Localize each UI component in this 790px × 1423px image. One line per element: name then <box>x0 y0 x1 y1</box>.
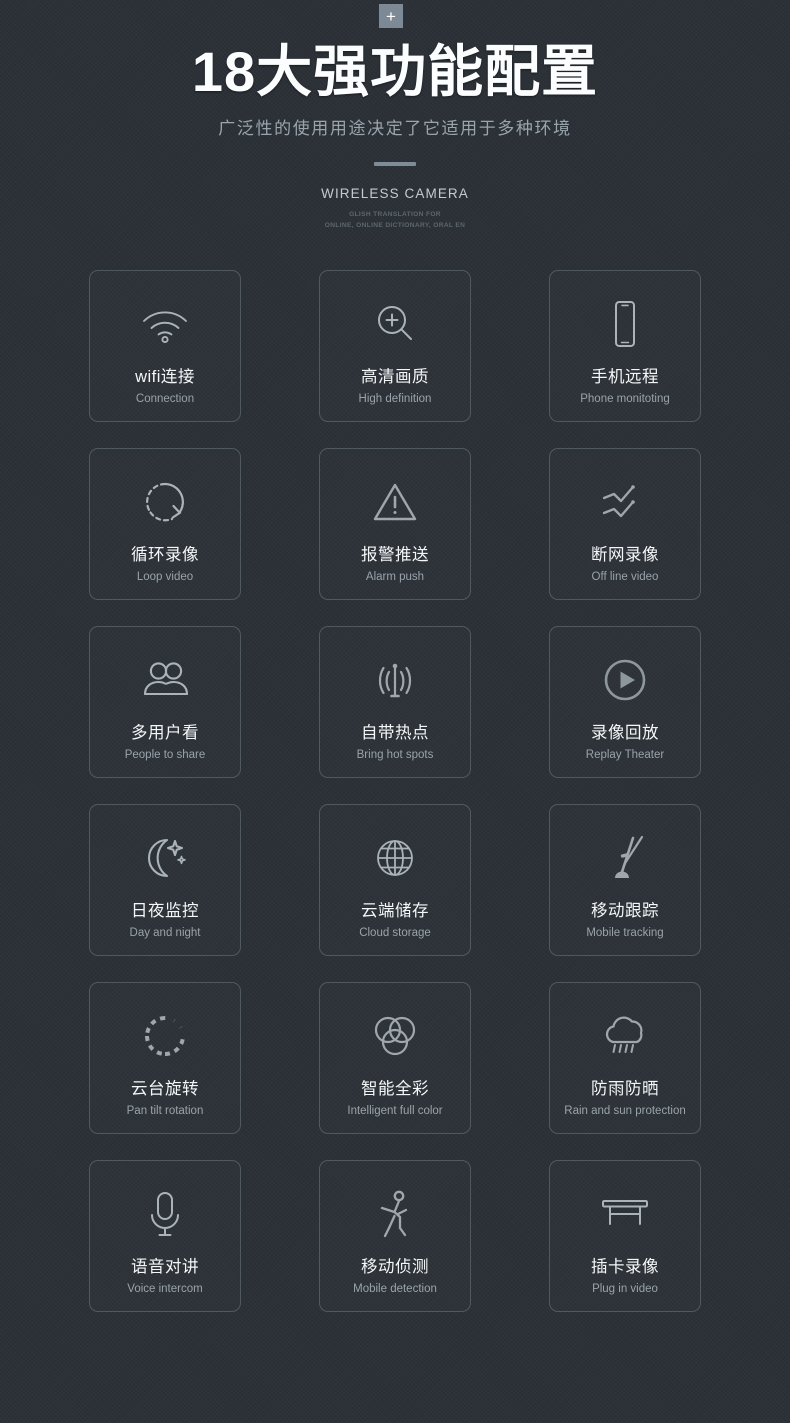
feature-card-sd-recording[interactable]: 插卡录像 Plug in video <box>549 1159 701 1312</box>
feature-card-phone-remote[interactable]: 手机远程 Phone monitoting <box>549 269 701 422</box>
broken-line-icon <box>600 477 650 527</box>
feature-card-day-night[interactable]: 日夜监控 Day and night <box>89 803 241 956</box>
venn-circles-icon <box>372 1011 418 1061</box>
feature-card-pan-tilt[interactable]: 云台旋转 Pan tilt rotation <box>89 981 241 1134</box>
feature-label: 日夜监控 <box>131 901 199 920</box>
smartphone-icon <box>610 299 640 349</box>
feature-card-motion-detection[interactable]: 移动侦测 Mobile detection <box>319 1159 471 1312</box>
antenna-waves-icon <box>370 655 420 705</box>
feature-label: 语音对讲 <box>131 1257 199 1276</box>
feature-label: 云端储存 <box>361 901 429 920</box>
feature-label: 录像回放 <box>591 723 659 742</box>
feature-sublabel: Rain and sun protection <box>564 1104 686 1117</box>
feature-card-replay[interactable]: 录像回放 Replay Theater <box>549 625 701 778</box>
magnifier-plus-icon <box>373 299 417 349</box>
feature-label: 插卡录像 <box>591 1257 659 1276</box>
feature-sublabel: Cloud storage <box>359 926 431 939</box>
page-subtitle: 广泛性的使用用途决定了它适用于多种环境 <box>218 119 572 139</box>
feature-card-multi-user[interactable]: 多用户看 People to share <box>89 625 241 778</box>
dashed-spinner-icon <box>141 1011 189 1061</box>
feature-card-cloud-storage[interactable]: 云端储存 Cloud storage <box>319 803 471 956</box>
feature-card-loop-video[interactable]: 循环录像 Loop video <box>89 447 241 600</box>
tracking-antenna-icon <box>602 833 648 883</box>
feature-label: 移动侦测 <box>361 1257 429 1276</box>
feature-sublabel: Pan tilt rotation <box>126 1104 204 1117</box>
rain-cloud-icon <box>600 1011 650 1061</box>
feature-card-hotspot[interactable]: 自带热点 Bring hot spots <box>319 625 471 778</box>
feature-sublabel: Connection <box>135 392 195 405</box>
plus-badge-label: + <box>386 6 396 26</box>
feature-card-mobile-tracking[interactable]: 移动跟踪 Mobile tracking <box>549 803 701 956</box>
feature-card-wifi[interactable]: wifi连接 Connection <box>89 269 241 422</box>
feature-label: 自带热点 <box>361 723 429 742</box>
page-header: 18大强功能配置 广泛性的使用用途决定了它适用于多种环境 WIRELESS CA… <box>0 0 790 231</box>
two-people-icon <box>139 655 191 705</box>
feature-sublabel: Day and night <box>129 926 201 939</box>
header-divider <box>374 162 416 167</box>
feature-sublabel: Loop video <box>136 570 194 583</box>
feature-card-high-definition[interactable]: 高清画质 High definition <box>319 269 471 422</box>
fineprint-line-2: ONLINE, ONLINE DICTIONARY, ORAL EN <box>324 221 466 229</box>
feature-sublabel: Voice intercom <box>127 1282 203 1295</box>
loop-arrow-icon <box>142 477 188 527</box>
feature-card-voice-intercom[interactable]: 语音对讲 Voice intercom <box>89 1159 241 1312</box>
feature-label: wifi连接 <box>135 367 195 386</box>
feature-label: 循环录像 <box>131 545 199 564</box>
plus-icon[interactable]: + <box>379 4 403 28</box>
feature-label: 防雨防晒 <box>591 1079 659 1098</box>
feature-sublabel: Replay Theater <box>585 748 665 761</box>
brand-name: WIRELESS CAMERA <box>321 186 469 202</box>
feature-label: 移动跟踪 <box>591 901 659 920</box>
feature-label: 高清画质 <box>361 367 429 386</box>
feature-sublabel: People to share <box>124 748 206 761</box>
feature-card-offline-video[interactable]: 断网录像 Off line video <box>549 447 701 600</box>
feature-grid: wifi连接 Connection 高清画质 High definition 手… <box>89 269 701 1312</box>
feature-label: 报警推送 <box>361 545 429 564</box>
feature-sublabel: Alarm push <box>365 570 425 583</box>
feature-label: 云台旋转 <box>131 1079 199 1098</box>
feature-card-full-color[interactable]: 智能全彩 Intelligent full color <box>319 981 471 1134</box>
walking-person-icon <box>375 1189 415 1239</box>
page-title: 18大强功能配置 <box>191 40 599 103</box>
play-circle-icon <box>602 655 648 705</box>
feature-card-rain-protection[interactable]: 防雨防晒 Rain and sun protection <box>549 981 701 1134</box>
feature-sublabel: Off line video <box>591 570 659 583</box>
warning-triangle-icon <box>372 477 418 527</box>
feature-sublabel: Plug in video <box>592 1282 658 1295</box>
feature-sublabel: High definition <box>358 392 432 405</box>
feature-sublabel: Bring hot spots <box>356 748 434 761</box>
feature-label: 智能全彩 <box>361 1079 429 1098</box>
fineprint: GLISH TRANSLATION FOR ONLINE, ONLINE DIC… <box>0 210 790 230</box>
moon-stars-icon <box>141 833 189 883</box>
wifi-icon <box>139 299 191 349</box>
feature-label: 多用户看 <box>131 723 199 742</box>
feature-sublabel: Mobile detection <box>353 1282 437 1295</box>
feature-card-alarm-push[interactable]: 报警推送 Alarm push <box>319 447 471 600</box>
feature-sublabel: Phone monitoting <box>580 392 670 405</box>
microphone-icon <box>146 1189 184 1239</box>
fineprint-line-1: GLISH TRANSLATION FOR <box>349 211 441 219</box>
feature-sublabel: Mobile tracking <box>586 926 664 939</box>
globe-grid-icon <box>374 833 416 883</box>
feature-sublabel: Intelligent full color <box>347 1104 443 1117</box>
feature-label: 手机远程 <box>591 367 659 386</box>
card-slot-icon <box>599 1189 651 1239</box>
feature-label: 断网录像 <box>591 545 659 564</box>
